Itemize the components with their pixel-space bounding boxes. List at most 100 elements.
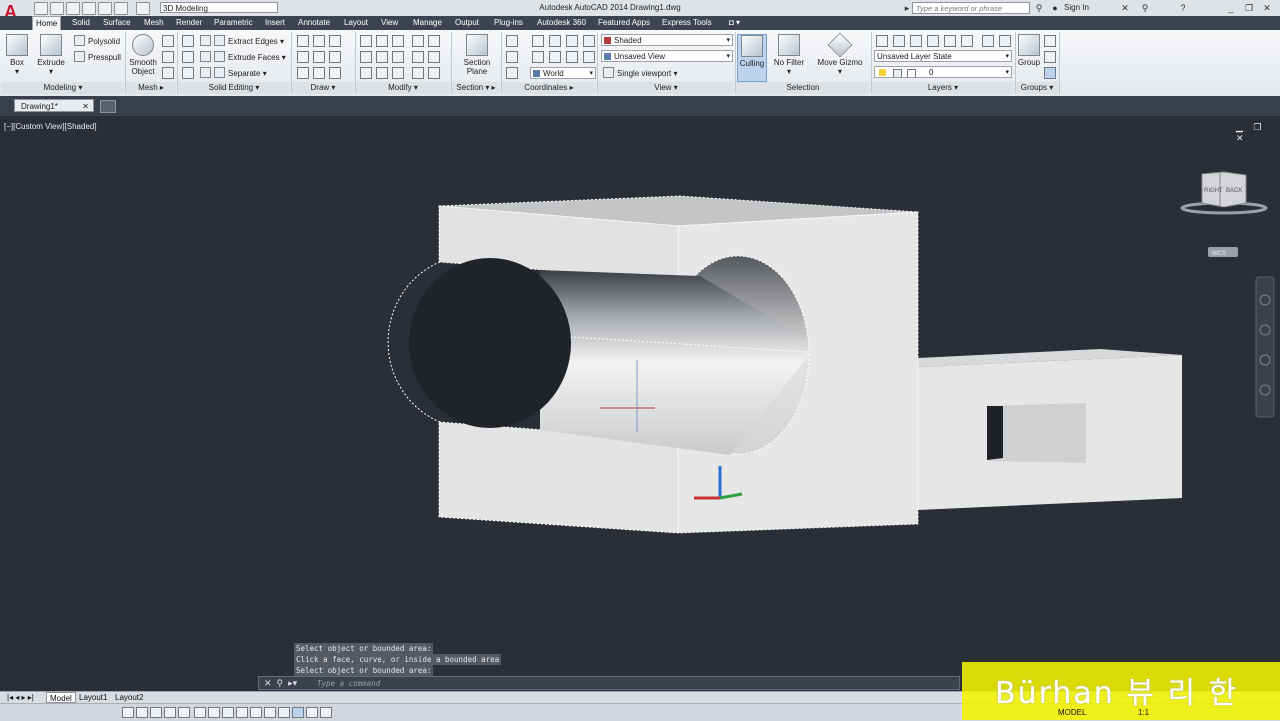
tab-insert[interactable]: Insert xyxy=(262,16,288,30)
panel-title-view[interactable]: View ▾ xyxy=(598,82,734,94)
polar-icon[interactable] xyxy=(178,707,190,718)
ucs-named-icon[interactable] xyxy=(506,67,518,79)
selection-cycling-icon[interactable] xyxy=(306,707,318,718)
layer-match-icon[interactable] xyxy=(982,35,994,47)
layer-freeze-icon[interactable] xyxy=(927,35,939,47)
rectangle-icon[interactable] xyxy=(313,67,325,79)
panel-title-modify[interactable]: Modify ▾ xyxy=(356,82,450,94)
panel-title-layers[interactable]: Layers ▾ xyxy=(872,82,1014,94)
panel-title-modeling[interactable]: Modeling ▾ xyxy=(2,82,124,94)
layer-unisolate-icon[interactable] xyxy=(961,35,973,47)
layer-walk-icon[interactable] xyxy=(999,35,1011,47)
tab-layout[interactable]: Layout xyxy=(341,16,371,30)
layer-isolate-icon[interactable] xyxy=(910,35,922,47)
circle-icon[interactable] xyxy=(329,51,341,63)
ray-icon[interactable] xyxy=(313,51,325,63)
panel-title-mesh[interactable]: Mesh ▸ xyxy=(126,82,176,94)
help-icon[interactable]: ? xyxy=(1178,3,1188,13)
align-icon[interactable] xyxy=(412,35,424,47)
mesh-refine-icon[interactable] xyxy=(162,67,174,79)
grid-icon[interactable] xyxy=(150,707,162,718)
ucs-y-icon[interactable] xyxy=(566,35,578,47)
group-selection-icon[interactable] xyxy=(1044,67,1056,79)
ungroup-icon[interactable] xyxy=(1044,35,1056,47)
tab-layout2[interactable]: Layout2 xyxy=(112,692,146,703)
ortho-icon[interactable] xyxy=(164,707,176,718)
annotation-monitor-icon[interactable] xyxy=(320,707,332,718)
scale-icon[interactable] xyxy=(376,67,388,79)
extract-edges-button[interactable]: Extract Edges ▾ xyxy=(200,35,284,46)
group-edit-icon[interactable] xyxy=(1044,51,1056,63)
presspull-button[interactable]: Presspull xyxy=(74,51,121,62)
tab-render[interactable]: Render xyxy=(173,16,205,30)
close-window-icon[interactable]: ✕ xyxy=(1262,3,1272,13)
sign-in-button[interactable]: Sign In xyxy=(1064,3,1089,12)
stay-connected-icon[interactable]: ⚲ xyxy=(1140,3,1150,13)
binoculars-icon[interactable]: ⚲ xyxy=(1034,3,1044,13)
3d-rotate-icon[interactable] xyxy=(392,35,404,47)
3d-model-scene[interactable]: RIGHT BACK WCS xyxy=(0,116,1280,690)
helix-icon[interactable] xyxy=(313,35,325,47)
box-button[interactable]: Box ▾ xyxy=(4,34,30,76)
union-icon[interactable] xyxy=(182,35,194,47)
transparency-icon[interactable] xyxy=(278,707,290,718)
layout-nav-icons[interactable]: |◂ ◂ ▸ ▸| xyxy=(4,692,37,703)
annotation-scale[interactable]: 1:1 xyxy=(1138,708,1149,717)
3d-move-icon[interactable] xyxy=(376,35,388,47)
trim-icon[interactable] xyxy=(428,35,440,47)
search-input[interactable]: Type a keyword or phrase xyxy=(912,2,1030,14)
user-icon[interactable]: ● xyxy=(1050,3,1060,13)
move-icon[interactable] xyxy=(360,35,372,47)
polygon-icon[interactable] xyxy=(297,67,309,79)
tab-home[interactable]: Home xyxy=(32,16,62,30)
tab-manage[interactable]: Manage xyxy=(410,16,445,30)
navigation-bar[interactable] xyxy=(1255,276,1275,418)
spline-icon[interactable] xyxy=(297,51,309,63)
move-gizmo-button[interactable]: Move Gizmo ▾ xyxy=(816,32,864,76)
offset-icon[interactable] xyxy=(360,67,372,79)
panel-title-solid-editing[interactable]: Solid Editing ▾ xyxy=(178,82,290,94)
layer-lock-icon[interactable] xyxy=(944,35,956,47)
named-view-select[interactable]: Unsaved View ▾ xyxy=(601,50,733,62)
tab-mesh[interactable]: Mesh xyxy=(141,16,167,30)
fillet-icon[interactable] xyxy=(412,51,424,63)
layer-state-select[interactable]: Unsaved Layer State ▾ xyxy=(874,50,1012,62)
layer-properties-icon[interactable] xyxy=(876,35,888,47)
explode-icon[interactable] xyxy=(428,67,440,79)
separate-button[interactable]: Separate ▾ xyxy=(200,67,267,78)
tab-view[interactable]: View xyxy=(378,16,401,30)
ucs-x-icon[interactable] xyxy=(549,35,561,47)
new-file-icon[interactable] xyxy=(34,2,48,15)
ucs-world-select[interactable]: World ▾ xyxy=(530,67,596,79)
ucs-icon[interactable] xyxy=(506,35,518,47)
tab-annotate[interactable]: Annotate xyxy=(295,16,333,30)
panel-title-groups[interactable]: Groups ▾ xyxy=(1016,82,1058,94)
tab-parametric[interactable]: Parametric xyxy=(211,16,256,30)
mesh-smooth-more-icon[interactable] xyxy=(162,51,174,63)
save-as-icon[interactable] xyxy=(82,2,96,15)
ucs-3point-icon[interactable] xyxy=(566,51,578,63)
workspace-select[interactable]: 3D Modeling xyxy=(160,2,278,13)
front-opening[interactable] xyxy=(409,258,571,428)
copy-icon[interactable] xyxy=(360,51,372,63)
extrude-button[interactable]: Extrude ▾ xyxy=(36,34,66,76)
group-button[interactable]: Group xyxy=(1017,34,1041,67)
erase-icon[interactable] xyxy=(412,67,424,79)
ucs-face-icon[interactable] xyxy=(549,51,561,63)
panel-title-coordinates[interactable]: Coordinates ▸ xyxy=(502,82,596,94)
extrude-faces-button[interactable]: Extrude Faces ▾ xyxy=(200,51,286,62)
otrack-icon[interactable] xyxy=(222,707,234,718)
ucs-origin-icon[interactable] xyxy=(532,35,544,47)
tab-layout1[interactable]: Layout1 xyxy=(76,692,110,703)
restore-window-icon[interactable]: ❐ xyxy=(1244,3,1254,13)
ucs-object-icon[interactable] xyxy=(532,51,544,63)
rotate-icon[interactable] xyxy=(376,51,388,63)
close-icon[interactable]: ✕ xyxy=(82,100,89,113)
tab-plug-ins[interactable]: Plug-ins xyxy=(491,16,526,30)
infer-constraints-icon[interactable] xyxy=(122,707,134,718)
subtract-icon[interactable] xyxy=(182,51,194,63)
polysolid-button[interactable]: Polysolid xyxy=(74,35,120,46)
ucs-view-icon[interactable] xyxy=(506,51,518,63)
lineweight-icon[interactable] xyxy=(264,707,276,718)
line-icon[interactable] xyxy=(329,35,341,47)
